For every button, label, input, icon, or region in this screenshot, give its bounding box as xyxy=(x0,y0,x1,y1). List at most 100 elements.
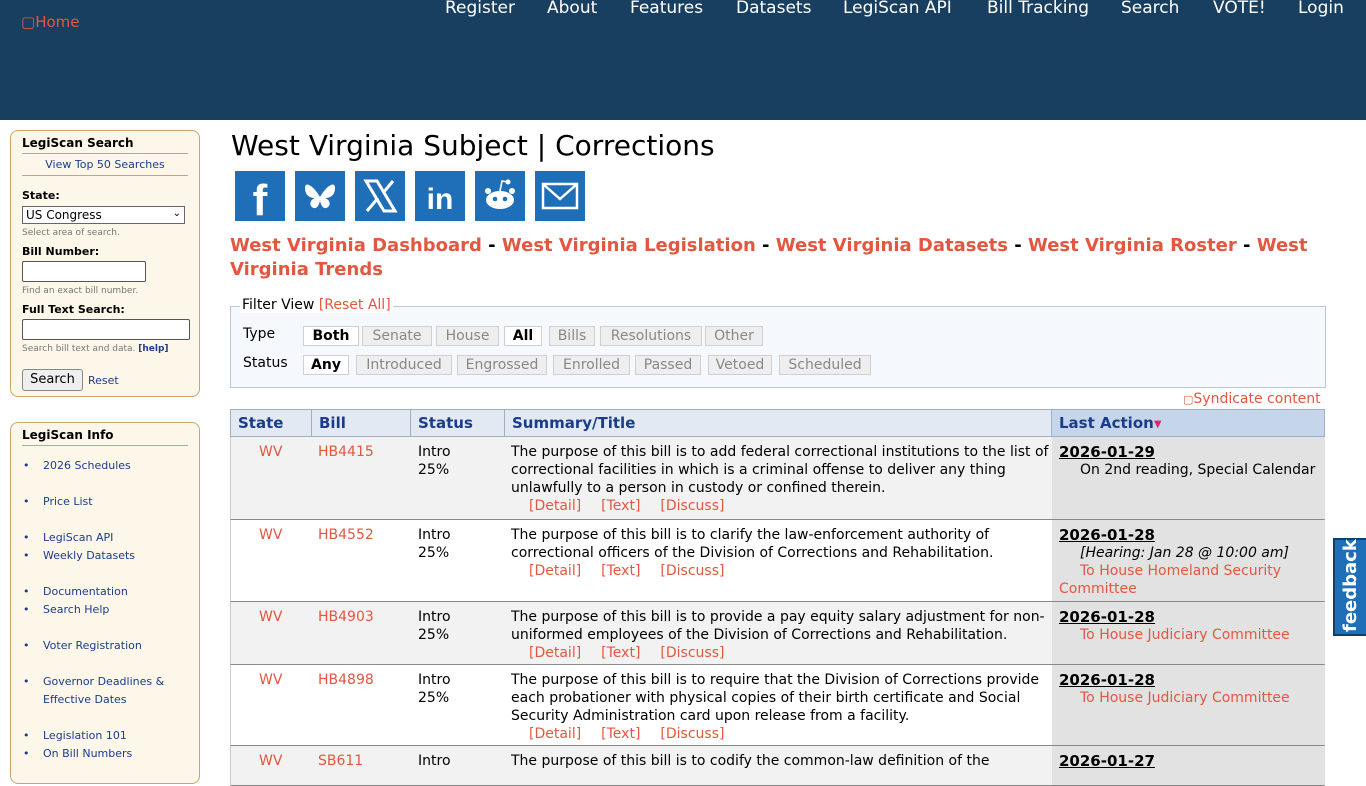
bill-number-input[interactable] xyxy=(22,261,146,282)
bullet-icon: • xyxy=(23,549,30,562)
type-filter-house[interactable]: House xyxy=(436,326,499,346)
info-link[interactable]: Documentation xyxy=(31,583,128,601)
state-cell[interactable]: WV xyxy=(259,671,282,689)
info-link[interactable]: Legislation 101 xyxy=(31,727,127,745)
summary-cell: The purpose of this bill is to codify th… xyxy=(511,752,1049,770)
column-header-state[interactable]: State xyxy=(230,409,312,437)
detail-link[interactable]: [Detail] xyxy=(529,563,581,579)
state-link-roster[interactable]: West Virginia Roster xyxy=(1028,235,1237,256)
last-action-text[interactable]: To House Homeland Security Committee xyxy=(1059,562,1321,598)
status-filter-introduced[interactable]: Introduced xyxy=(356,355,452,375)
bill-number-link[interactable]: HB4898 xyxy=(318,671,374,689)
state-sort-link[interactable]: State xyxy=(238,414,283,432)
type-filter-other[interactable]: Other xyxy=(705,326,763,346)
search-button[interactable]: Search xyxy=(22,369,83,391)
text-link[interactable]: [Text] xyxy=(601,645,640,661)
info-link[interactable]: Governor Deadlines & Effective Dates xyxy=(31,673,191,709)
state-cell[interactable]: WV xyxy=(259,608,282,626)
help-link[interactable]: [help] xyxy=(138,344,168,354)
facebook-share-button[interactable]: f xyxy=(235,171,285,221)
type-filter-resolutions[interactable]: Resolutions xyxy=(600,326,702,346)
status-filter-passed[interactable]: Passed xyxy=(635,355,701,375)
broken-image-icon: ▢ xyxy=(1183,393,1194,406)
bill-number-link[interactable]: SB611 xyxy=(318,752,363,770)
linkedin-share-button[interactable]: in xyxy=(415,171,465,221)
text-link[interactable]: [Text] xyxy=(601,726,640,742)
column-header-status[interactable]: Status xyxy=(410,409,505,437)
top-50-searches-link[interactable]: View Top 50 Searches xyxy=(11,158,199,171)
type-filter-bills[interactable]: Bills xyxy=(549,326,595,346)
reset-link[interactable]: Reset xyxy=(88,374,119,387)
status-filter-vetoed[interactable]: Vetoed xyxy=(708,355,772,375)
last-action-sort-link[interactable]: Last Action xyxy=(1059,414,1154,432)
info-link[interactable]: Voter Registration xyxy=(31,637,142,655)
info-link[interactable]: LegiScan API xyxy=(31,529,113,547)
nav-register[interactable]: Register xyxy=(445,0,515,18)
bluesky-share-button[interactable] xyxy=(295,171,345,221)
type-filter-all[interactable]: All xyxy=(504,326,542,346)
last-action-date[interactable]: 2026-01-28 xyxy=(1059,608,1155,626)
state-cell[interactable]: WV xyxy=(259,752,282,770)
info-link[interactable]: Price List xyxy=(31,493,93,511)
nav-about[interactable]: About xyxy=(547,0,597,18)
nav-bill-tracking[interactable]: Bill Tracking xyxy=(987,0,1089,18)
type-filter-senate[interactable]: Senate xyxy=(362,326,432,346)
state-select[interactable]: US Congress ⌄ xyxy=(22,206,185,224)
last-action-date[interactable]: 2026-01-27 xyxy=(1059,752,1155,770)
syndicate-content-link[interactable]: ▢Syndicate content xyxy=(1183,391,1321,407)
state-link-datasets[interactable]: West Virginia Datasets xyxy=(776,235,1008,256)
text-link[interactable]: [Text] xyxy=(601,563,640,579)
type-filter-both[interactable]: Both xyxy=(303,326,359,346)
column-header-last-action[interactable]: Last Action▼ xyxy=(1051,409,1325,437)
state-cell[interactable]: WV xyxy=(259,526,282,544)
discuss-link[interactable]: [Discuss] xyxy=(660,563,724,579)
discuss-link[interactable]: [Discuss] xyxy=(660,726,724,742)
detail-link[interactable]: [Detail] xyxy=(529,726,581,742)
nav-login[interactable]: Login xyxy=(1298,0,1344,18)
info-link[interactable]: Search Help xyxy=(31,601,109,619)
last-action-text[interactable]: To House Judiciary Committee xyxy=(1059,626,1321,644)
last-action-date[interactable]: 2026-01-28 xyxy=(1059,671,1155,689)
last-action-date[interactable]: 2026-01-29 xyxy=(1059,443,1155,461)
discuss-link[interactable]: [Discuss] xyxy=(660,498,724,514)
chevron-down-icon: ⌄ xyxy=(172,208,181,219)
home-logo-link[interactable]: ▢Home xyxy=(21,13,79,31)
feedback-tab[interactable]: feedback xyxy=(1333,538,1366,636)
last-action-date[interactable]: 2026-01-28 xyxy=(1059,526,1155,544)
status-filter-any[interactable]: Any xyxy=(303,355,349,375)
nav-features[interactable]: Features xyxy=(630,0,703,18)
reset-all-link[interactable]: [Reset All] xyxy=(319,297,391,313)
column-header-bill[interactable]: Bill xyxy=(311,409,411,437)
state-link-dashboard[interactable]: West Virginia Dashboard xyxy=(230,235,482,256)
x-share-button[interactable] xyxy=(355,171,405,221)
nav-search[interactable]: Search xyxy=(1121,0,1179,18)
summary-cell: The purpose of this bill is to clarify t… xyxy=(511,526,1049,580)
info-link[interactable]: On Bill Numbers xyxy=(31,745,132,763)
info-link[interactable]: Weekly Datasets xyxy=(31,547,135,565)
bullet-icon: • xyxy=(23,459,30,472)
nav-datasets[interactable]: Datasets xyxy=(736,0,811,18)
nav-vote[interactable]: VOTE! xyxy=(1213,0,1266,18)
state-link-legislation[interactable]: West Virginia Legislation xyxy=(502,235,756,256)
state-cell[interactable]: WV xyxy=(259,443,282,461)
status-filter-engrossed[interactable]: Engrossed xyxy=(457,355,547,375)
bill-number-link[interactable]: HB4415 xyxy=(318,443,374,461)
bill-number-link[interactable]: HB4903 xyxy=(318,608,374,626)
detail-link[interactable]: [Detail] xyxy=(529,498,581,514)
reddit-share-button[interactable] xyxy=(475,171,525,221)
full-text-input[interactable] xyxy=(22,319,190,340)
info-link[interactable]: 2026 Schedules xyxy=(31,457,131,475)
email-share-button[interactable] xyxy=(535,171,585,221)
status-filter-enrolled[interactable]: Enrolled xyxy=(553,355,630,375)
last-action-text[interactable]: To House Judiciary Committee xyxy=(1059,689,1321,707)
table-row: WV HB4415 Intro 25% The purpose of this bill… xyxy=(230,437,1325,520)
bill-sort-link[interactable]: Bill xyxy=(319,414,346,432)
text-link[interactable]: [Text] xyxy=(601,498,640,514)
status-text: Intro xyxy=(418,609,451,625)
nav-legiscan-api[interactable]: LegiScan API xyxy=(843,0,952,18)
detail-link[interactable]: [Detail] xyxy=(529,645,581,661)
status-filter-scheduled[interactable]: Scheduled xyxy=(779,355,871,375)
bullet-icon: • xyxy=(23,531,30,544)
bill-number-link[interactable]: HB4552 xyxy=(318,526,374,544)
discuss-link[interactable]: [Discuss] xyxy=(660,645,724,661)
